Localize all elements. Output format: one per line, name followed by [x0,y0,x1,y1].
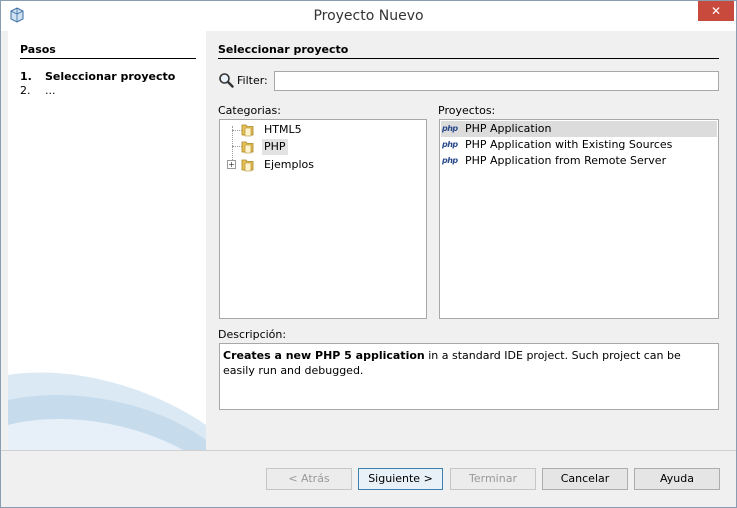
folder-icon [241,124,254,137]
title-bar[interactable]: Proyecto Nuevo ✕ [1,1,736,31]
search-icon [219,73,234,88]
php-icon: php [442,156,458,165]
window-title: Proyecto Nuevo [313,8,424,24]
step-item-1: 1. Seleccionar proyecto [20,70,175,83]
back-button[interactable]: < Atrás [266,468,352,490]
list-item-php-existing-sources[interactable]: php PHP Application with Existing Source… [441,137,717,153]
close-button[interactable]: ✕ [698,1,734,21]
list-item-label: PHP Application with Existing Sources [465,138,673,151]
decorative-swoosh-graphic [8,372,206,450]
section-divider [218,58,719,59]
step-label: ... [45,84,56,97]
expand-toggle-icon[interactable]: + [227,160,236,169]
projects-label: Proyectos: [438,104,496,117]
cancel-button[interactable]: Cancelar [542,468,628,490]
php-icon: php [442,140,458,149]
description-label: Descripción: [218,328,287,341]
next-button[interactable]: Siguiente > [358,468,443,490]
tree-item-label: HTML5 [264,123,302,136]
list-item-php-remote-server[interactable]: php PHP Application from Remote Server [441,153,717,169]
list-item-label: PHP Application from Remote Server [465,154,667,167]
description-bold: Creates a new PHP 5 application [223,349,425,362]
tree-item-label: Ejemplos [264,158,314,171]
step-label: Seleccionar proyecto [45,70,176,83]
list-item-label: PHP Application [465,122,552,135]
section-title: Seleccionar proyecto [218,43,349,56]
steps-divider [20,58,196,59]
projects-list[interactable]: php PHP Application php PHP Application … [439,119,719,319]
step-item-2: 2.... [20,84,56,97]
steps-title: Pasos [20,43,56,56]
finish-button[interactable]: Terminar [450,468,536,490]
steps-pane: Pasos 1. Seleccionar proyecto 2.... [8,31,206,450]
filter-label: Filter: [237,74,268,87]
tree-item-label: PHP [262,139,288,155]
folder-icon [241,159,254,172]
list-item-php-application[interactable]: php PHP Application [441,121,717,137]
php-icon: php [442,124,458,133]
filter-input[interactable] [274,71,719,91]
categories-tree[interactable]: + HTML5 PHP Ejemplos [219,119,427,319]
dialog-content: Pasos 1. Seleccionar proyecto 2.... Selec… [8,31,729,450]
new-project-dialog: Proyecto Nuevo ✕ Pasos 1. Seleccionar pro… [0,0,737,508]
step-number: 2. [20,84,31,97]
footer-divider [1,450,736,451]
help-button[interactable]: Ayuda [634,468,720,490]
folder-icon [241,141,254,154]
main-pane: Seleccionar proyecto Filter: Categorias:… [206,31,729,450]
step-number: 1. [20,70,32,83]
categories-label: Categorias: [218,104,281,117]
description-text: Creates a new PHP 5 application in a sta… [219,343,719,410]
